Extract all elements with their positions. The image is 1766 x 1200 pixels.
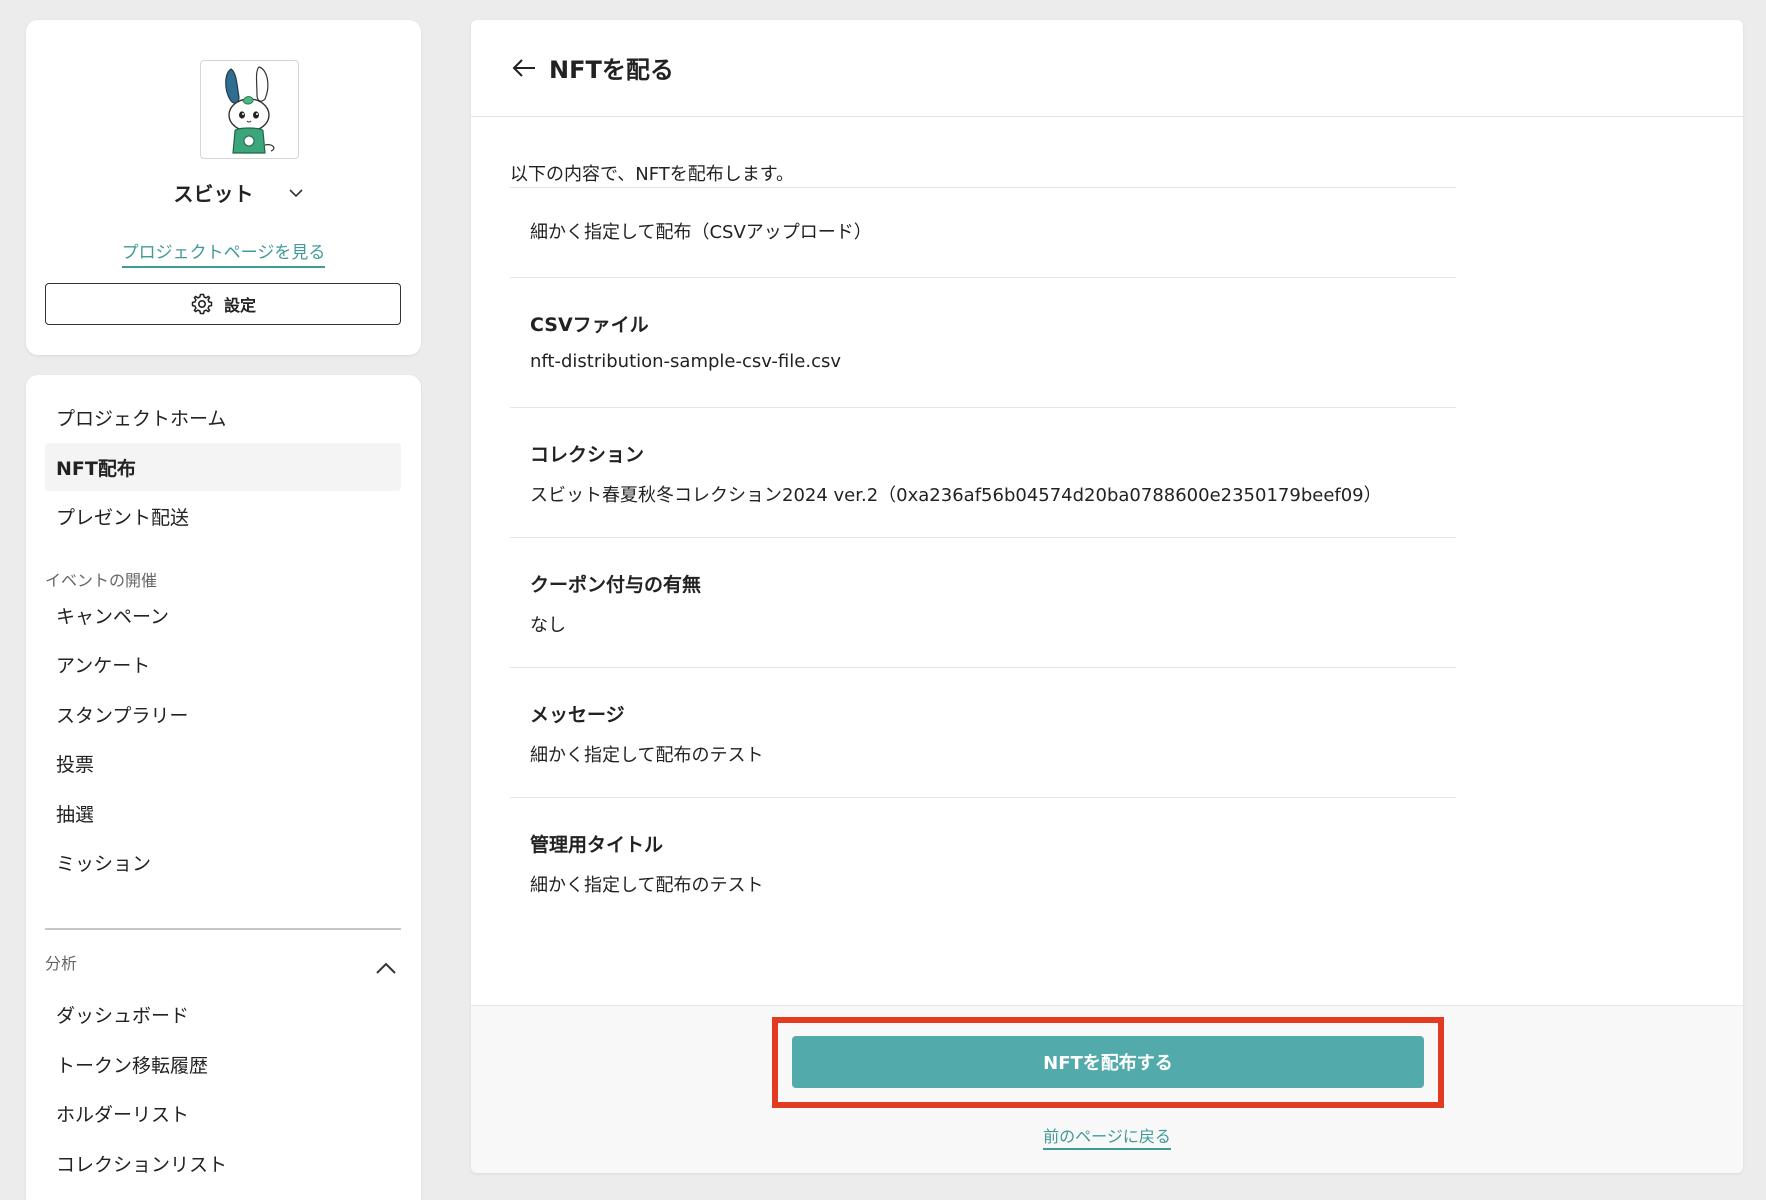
sidebar-item-mission[interactable]: ミッション xyxy=(45,838,401,886)
settings-label: 設定 xyxy=(223,296,256,315)
chevron-down-icon xyxy=(288,188,303,197)
detail-row-collection: コレクション スビット春夏秋冬コレクション2024 ver.2（0xa236af… xyxy=(510,407,1456,537)
sidebar-item-nft-distribution[interactable]: NFT配布 xyxy=(45,443,401,491)
sidebar-item-vote[interactable]: 投票 xyxy=(45,739,401,787)
detail-label: メッセージ xyxy=(530,704,625,726)
sidebar-item-dashboard[interactable]: ダッシュボード xyxy=(45,990,401,1038)
sidebar-nav: プロジェクトホーム NFT配布 プレゼント配送 イベントの開催 キャンペーン ア… xyxy=(26,375,421,1200)
sidebar-item-collection-list[interactable]: コレクションリスト xyxy=(45,1139,401,1187)
detail-value: なし xyxy=(530,615,566,636)
page-header: NFTを配る xyxy=(471,20,1743,117)
detail-row-admin-title: 管理用タイトル 細かく指定して配布のテスト xyxy=(510,797,1456,927)
distribution-method-value: 細かく指定して配布（CSVアップロード） xyxy=(530,222,872,243)
divider xyxy=(45,928,401,930)
page-title: NFTを配る xyxy=(549,56,674,84)
detail-value: 細かく指定して配布のテスト xyxy=(530,875,764,896)
detail-label: CSVファイル xyxy=(530,314,649,336)
distribute-nft-button[interactable]: NFTを配布する xyxy=(792,1036,1424,1088)
sidebar-item-stamp-rally[interactable]: スタンプラリー xyxy=(45,690,401,738)
sidebar-item-present-delivery[interactable]: プレゼント配送 xyxy=(45,492,401,540)
detail-value: スビット春夏秋冬コレクション2024 ver.2（0xa236af56b0457… xyxy=(530,485,1382,506)
back-link-wrap: 前のページに戻る xyxy=(471,1123,1743,1150)
detail-value: 細かく指定して配布のテスト xyxy=(530,745,764,766)
detail-label: クーポン付与の有無 xyxy=(530,574,702,596)
back-to-previous-link[interactable]: 前のページに戻る xyxy=(1043,1127,1171,1150)
rabbit-mascot-icon xyxy=(225,66,275,154)
settings-button[interactable]: 設定 xyxy=(45,283,401,325)
project-switcher[interactable]: スビット xyxy=(26,178,421,207)
detail-label: コレクション xyxy=(530,444,645,466)
action-footer: NFTを配布する 前のページに戻る xyxy=(471,1005,1743,1173)
section-label-analysis: 分析 xyxy=(45,954,78,973)
detail-row-message: メッセージ 細かく指定して配布のテスト xyxy=(510,667,1456,797)
sidebar-item-project-home[interactable]: プロジェクトホーム xyxy=(45,393,401,441)
sidebar-item-holder-list[interactable]: ホルダーリスト xyxy=(45,1089,401,1137)
main-panel: NFTを配る 以下の内容で、NFTを配布します。 細かく指定して配布（CSVアッ… xyxy=(471,20,1743,1173)
project-name: スビット xyxy=(173,182,254,206)
detail-value: nft-distribution-sample-csv-file.csv xyxy=(530,351,841,372)
arrow-left-icon[interactable] xyxy=(510,54,538,82)
avatar xyxy=(200,60,299,159)
section-label-events: イベントの開催 xyxy=(45,571,158,590)
sidebar-item-lottery[interactable]: 抽選 xyxy=(45,789,401,837)
chevron-up-icon[interactable] xyxy=(374,957,398,981)
intro-text: 以下の内容で、NFTを配布します。 xyxy=(510,164,794,185)
project-card: スビット プロジェクトページを見る 設定 xyxy=(26,20,421,355)
gear-icon xyxy=(191,293,213,315)
sidebar-item-token-transfer-history[interactable]: トークン移転履歴 xyxy=(45,1040,401,1088)
sidebar-item-survey[interactable]: アンケート xyxy=(45,640,401,688)
distribution-method-row: 細かく指定して配布（CSVアップロード） xyxy=(510,187,1456,277)
detail-row-csv: CSVファイル nft-distribution-sample-csv-file… xyxy=(510,277,1456,407)
project-page-link-wrap: プロジェクトページを見る xyxy=(26,238,421,268)
detail-label: 管理用タイトル xyxy=(530,834,664,856)
project-page-link[interactable]: プロジェクトページを見る xyxy=(121,243,326,268)
detail-row-coupon: クーポン付与の有無 なし xyxy=(510,537,1456,667)
sidebar-item-campaign[interactable]: キャンペーン xyxy=(45,591,401,639)
